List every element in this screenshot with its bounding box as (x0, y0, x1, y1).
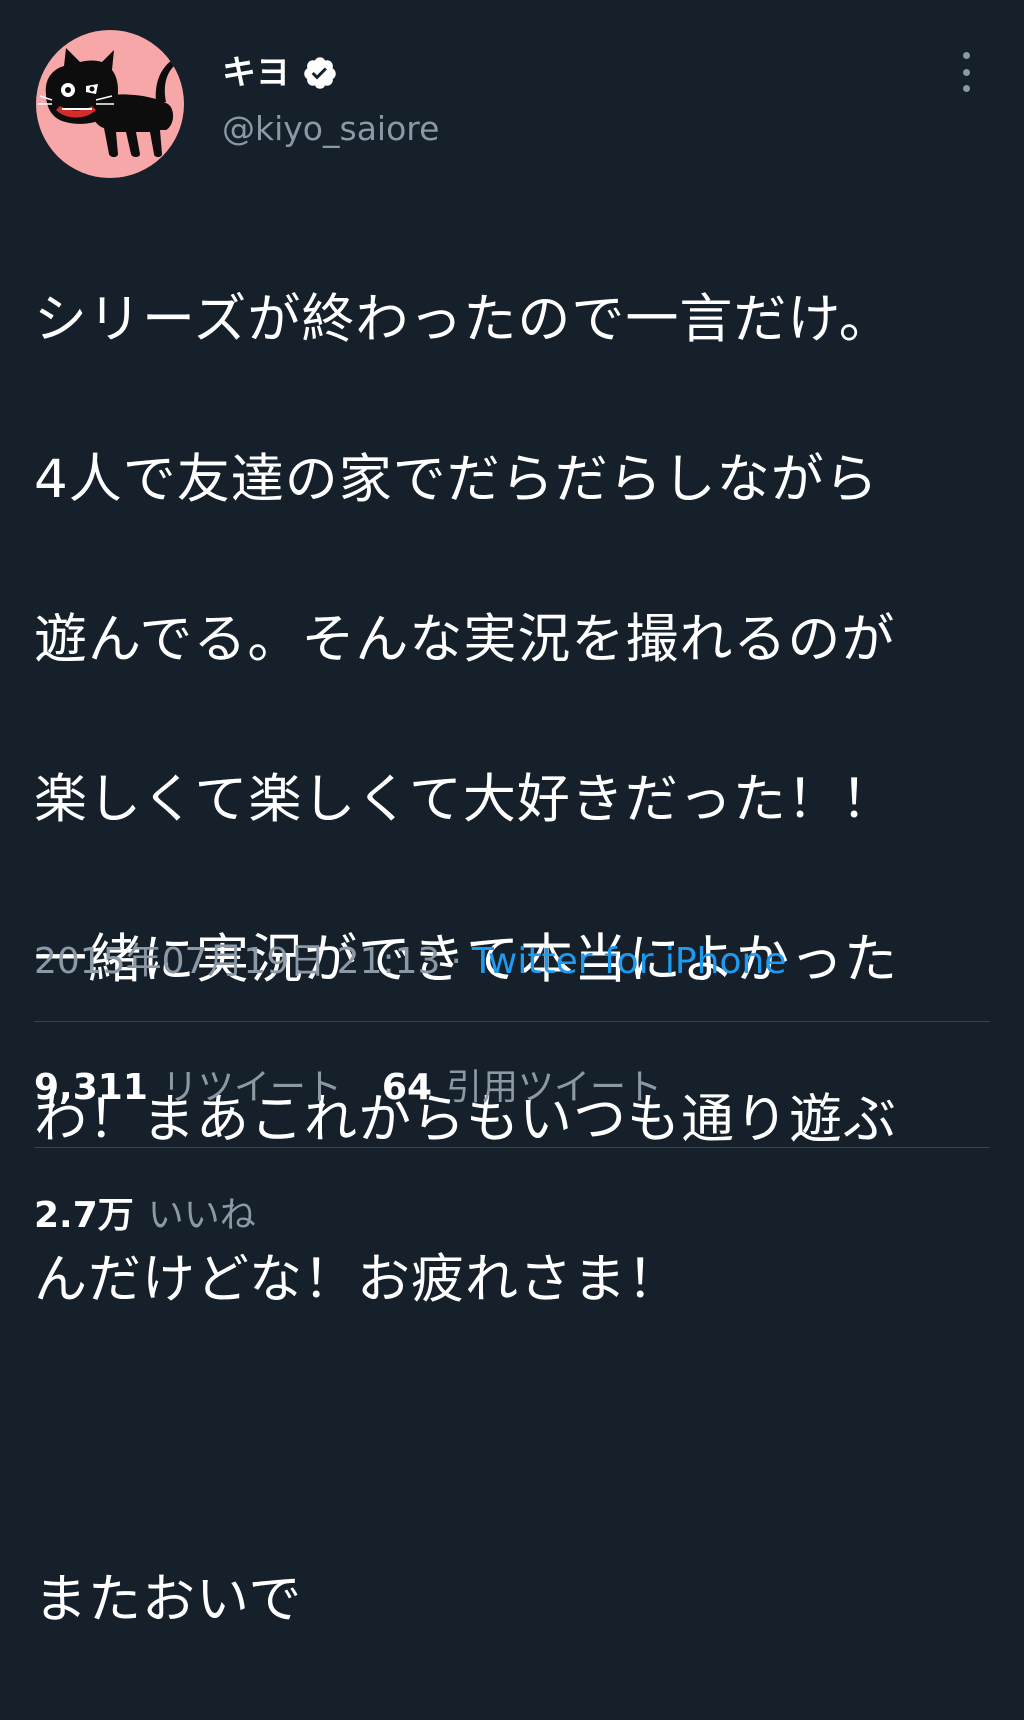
tweet-source-link[interactable]: Twitter for iPhone (472, 941, 787, 982)
like-label: いいね (147, 1195, 256, 1236)
verified-badge-icon (304, 57, 336, 89)
retweet-label: リツイート (161, 1067, 342, 1108)
tweet-text-line: 4人で友達の家でだらだらしながら (34, 449, 879, 510)
quote-tweets-stat[interactable]: 64 引用ツイート (382, 1058, 662, 1110)
meta-separator: · (450, 941, 462, 982)
quote-label: 引用ツイート (446, 1067, 663, 1108)
quote-count: 64 (381, 1067, 432, 1108)
user-handle[interactable]: @kiyo_saiore (222, 112, 439, 145)
tweet-meta: 2015年07月19日 21:13 · Twitter for iPhone (34, 936, 786, 988)
avatar[interactable] (36, 30, 184, 178)
tweet-text-line: んだけどな！お疲れさま！ (34, 1249, 681, 1310)
tweet-text-line: またおいで (34, 1569, 303, 1630)
tweet-timestamp[interactable]: 2015年07月19日 21:13 (34, 941, 440, 982)
likes-stats-row: 2.7万 いいね (34, 1182, 296, 1242)
tweet-text-line: 楽しくて楽しくて大好きだった！！ (34, 769, 895, 830)
like-count: 2.7万 (34, 1195, 134, 1236)
more-options-icon[interactable] (950, 52, 982, 92)
black-cat-avatar-icon (38, 48, 177, 157)
engagement-stats-row: 9,311 リツイート 64 引用ツイート (34, 1054, 702, 1114)
divider (34, 1021, 990, 1022)
retweet-count: 9,311 (34, 1067, 148, 1108)
tweet-text-line: 遊んでる。そんな実況を撮れるのが (34, 609, 896, 670)
display-name-row[interactable]: キヨ (222, 50, 338, 96)
likes-stat[interactable]: 2.7万 いいね (34, 1186, 256, 1238)
divider (34, 1147, 990, 1148)
display-name[interactable]: キヨ (222, 56, 290, 90)
retweets-stat[interactable]: 9,311 リツイート (34, 1058, 342, 1110)
tweet-header: キヨ @kiyo_saiore (0, 0, 1024, 178)
tweet-text-line: シリーズが終わったので一言だけ。 (34, 289, 893, 350)
